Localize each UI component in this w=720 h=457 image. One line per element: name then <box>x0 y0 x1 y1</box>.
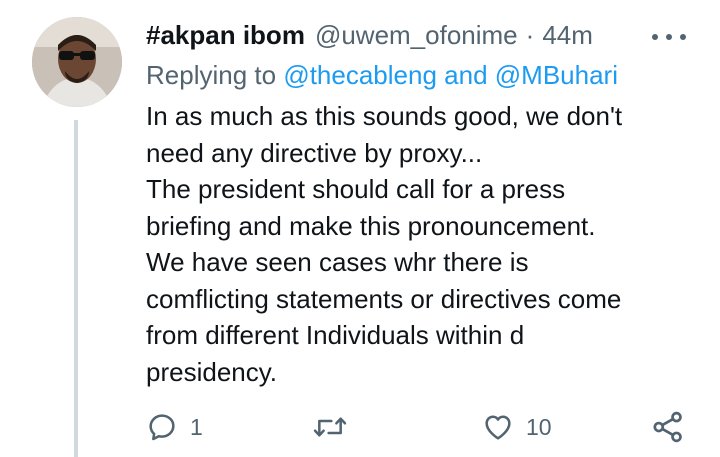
tweet-text-line: briefing and make this pronouncement. <box>146 210 596 241</box>
tweet-text-line: presidency. <box>146 356 278 387</box>
reply-button[interactable]: 1 <box>146 405 203 449</box>
like-icon <box>485 415 511 440</box>
tweet-text-line: comflicting statements or directives com… <box>146 283 622 314</box>
reply-icon <box>149 414 175 441</box>
mention-conjunction[interactable]: and <box>437 60 495 90</box>
tweet-text-line: from different Individuals within d <box>146 320 525 350</box>
share-button[interactable] <box>651 405 685 449</box>
separator-dot: · <box>525 20 535 50</box>
more-icon[interactable] <box>652 30 686 44</box>
tweet-text-line: need any directive by proxy... <box>146 137 483 168</box>
mention-thecableng[interactable]: @thecableng <box>283 60 437 90</box>
retweet-button[interactable] <box>312 405 348 449</box>
tweet-text-line: The president should call for a press <box>146 174 566 204</box>
timestamp[interactable]: 44m <box>542 18 593 52</box>
action-bar: 1 10 <box>146 405 691 449</box>
thread-line <box>74 120 78 457</box>
retweet-icon <box>313 417 347 437</box>
tweet-header: #akpan ibom @uwem_ofonime · 44m <box>146 18 593 52</box>
user-handle[interactable]: @uwem_ofonime <box>315 18 518 52</box>
like-button[interactable]: 10 <box>482 405 552 449</box>
like-count: 10 <box>526 413 552 440</box>
replying-to: Replying to @thecableng and @MBuhari <box>146 58 618 92</box>
tweet-text-line: In as much as this sounds good, we don't <box>146 101 623 131</box>
display-name[interactable]: #akpan ibom <box>146 18 305 52</box>
mention-mbuhari[interactable]: @MBuhari <box>495 60 618 90</box>
avatar-photo <box>32 17 122 107</box>
tweet-text: In as much as this sounds good, we don't… <box>146 98 706 390</box>
reply-count: 1 <box>190 413 203 440</box>
share-icon <box>653 411 682 443</box>
replying-to-label: Replying to <box>146 60 284 90</box>
avatar[interactable] <box>32 17 122 107</box>
tweet-text-line: We have seen cases whr there is <box>146 247 529 277</box>
